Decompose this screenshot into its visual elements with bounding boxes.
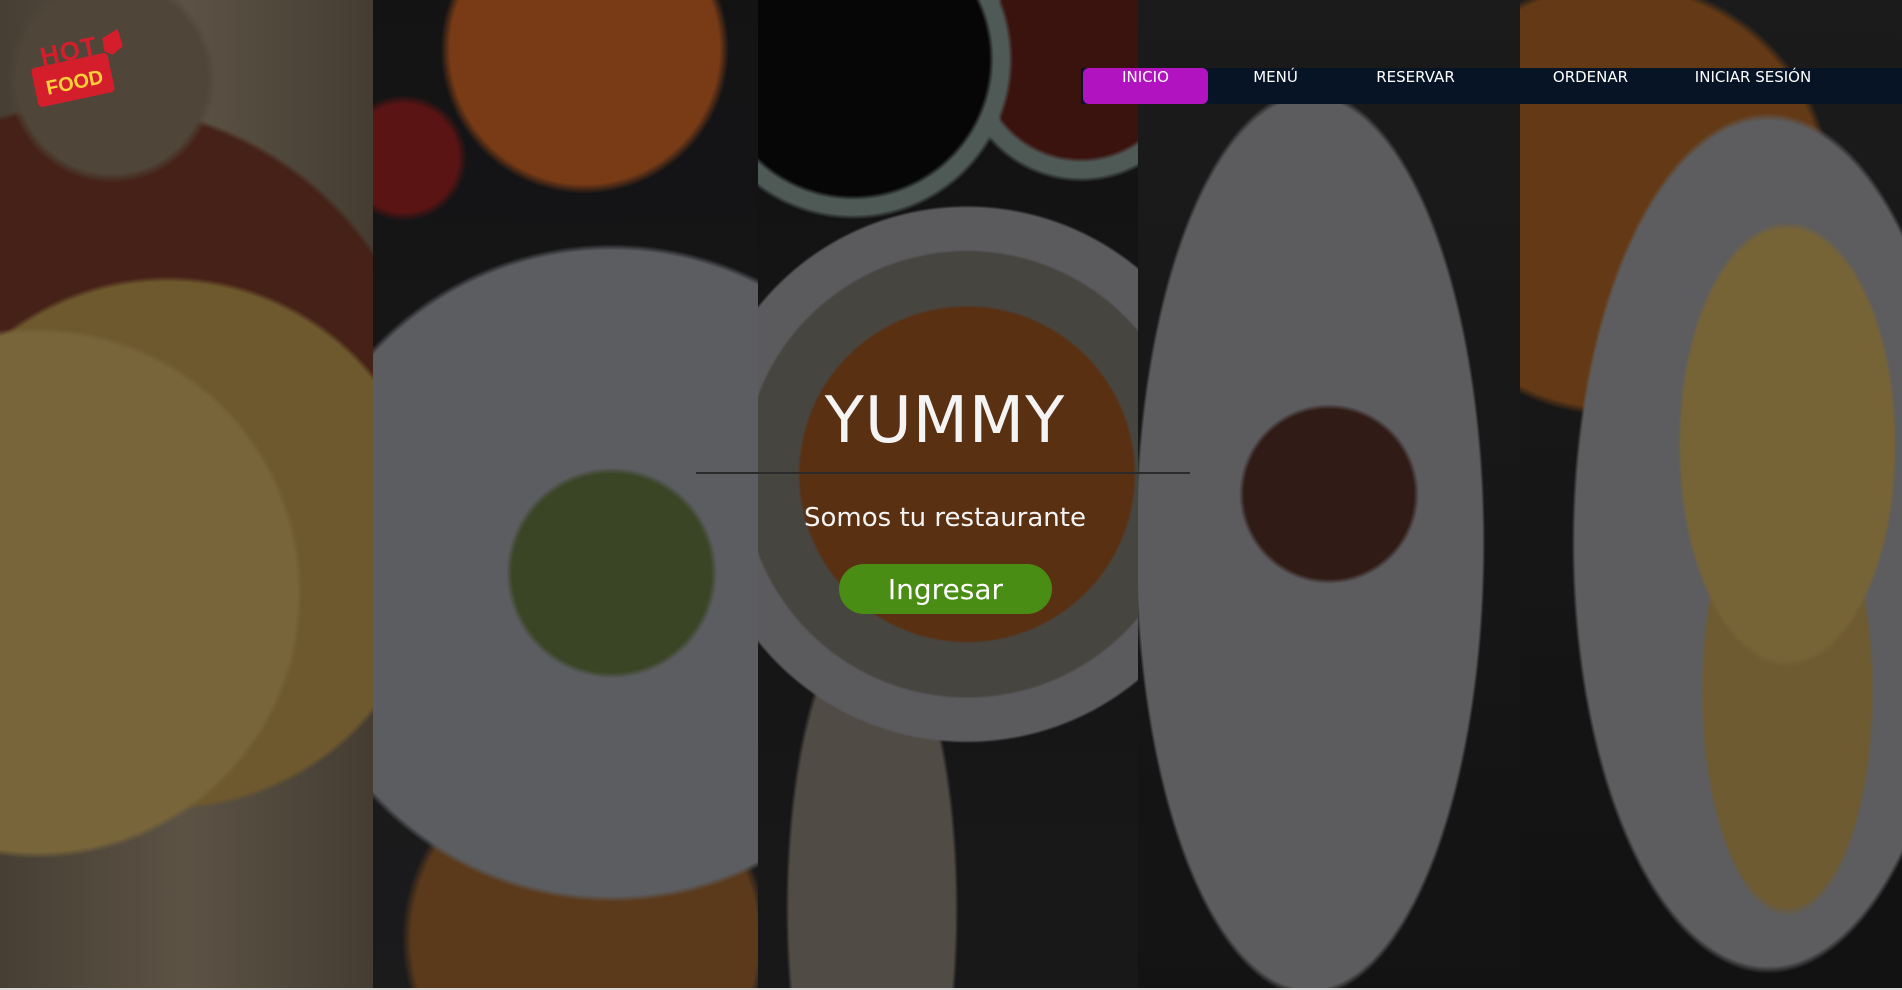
nav-item-iniciar-sesion[interactable]: INICIAR SESIÓN [1663,68,1843,104]
nav-item-menu[interactable]: MENÚ [1208,68,1343,104]
nav-item-reservar[interactable]: RESERVAR [1343,68,1488,104]
hero-divider [696,472,1190,474]
brand-logo[interactable]: HOT FOOD [24,26,124,110]
ingresar-button[interactable]: Ingresar [839,564,1052,614]
dark-overlay [0,0,1902,988]
nav-item-inicio[interactable]: INICIO [1083,68,1208,104]
hero-subtitle: Somos tu restaurante [804,503,1086,533]
hero-title: YUMMY [824,384,1066,458]
main-navbar: INICIO MENÚ RESERVAR ORDENAR INICIAR SES… [1081,68,1902,104]
nav-item-ordenar[interactable]: ORDENAR [1518,68,1663,104]
